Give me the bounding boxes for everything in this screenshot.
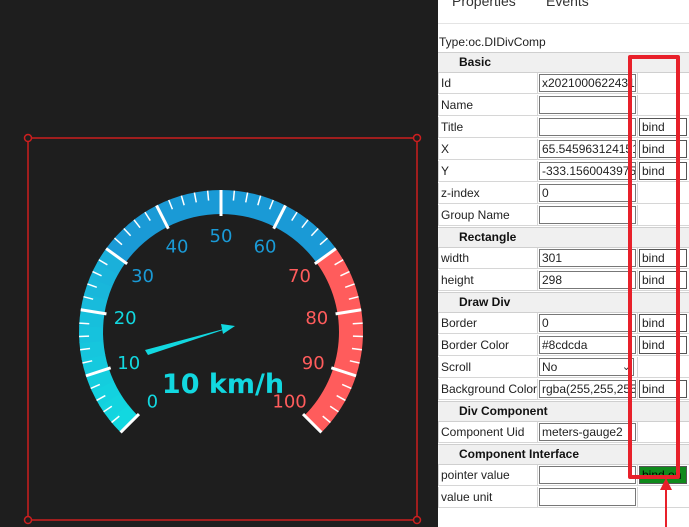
resize-handle-tr[interactable] bbox=[412, 133, 422, 143]
gauge-band-high bbox=[304, 248, 363, 433]
annotation-arrow-icon bbox=[660, 478, 672, 527]
gauge-tick-label: 90 bbox=[302, 353, 325, 374]
prop-label-zindex: z-index bbox=[438, 183, 538, 204]
gauge-minor-tick bbox=[352, 322, 363, 325]
section-div-component-title: Div Component bbox=[459, 404, 548, 418]
gauge-tick-label: 40 bbox=[166, 237, 189, 258]
prop-label-name: Name bbox=[438, 95, 538, 116]
gauge-needle bbox=[145, 326, 235, 355]
tab-events[interactable]: Events bbox=[546, 0, 589, 9]
prop-label-uid: Component Uid bbox=[438, 422, 538, 443]
resize-handle-br[interactable] bbox=[412, 515, 422, 525]
zindex-input[interactable]: 0 bbox=[539, 184, 636, 202]
prop-label-group: Group Name bbox=[438, 205, 538, 226]
gauge-tick-label: 10 bbox=[117, 353, 140, 374]
gauge-minor-tick bbox=[79, 322, 90, 325]
scroll-select-value: No bbox=[542, 360, 558, 374]
gauge-tick-label: 60 bbox=[254, 237, 277, 258]
gauge-svg: 0102030405060708090100 10 km/h bbox=[23, 133, 422, 525]
prop-label-width: width bbox=[438, 248, 538, 269]
prop-label-scroll: Scroll bbox=[438, 357, 538, 378]
section-rectangle-title: Rectangle bbox=[459, 230, 517, 244]
gauge-value-text: 10 km/h bbox=[162, 369, 284, 400]
value-unit-input[interactable] bbox=[539, 488, 636, 506]
prop-row-unit: value unit bbox=[438, 487, 689, 509]
name-input[interactable] bbox=[539, 96, 636, 114]
prop-label-title: Title bbox=[438, 117, 538, 138]
gauge-minor-tick bbox=[232, 190, 236, 201]
gauge-tick-label: 70 bbox=[288, 266, 311, 287]
background-color-input[interactable]: rgba(255,255,255 bbox=[539, 380, 636, 398]
design-canvas[interactable]: 0 10 20 30 40 50 60 70 80 90 100 10 km/h bbox=[0, 0, 438, 527]
border-input[interactable]: 0 bbox=[539, 314, 636, 332]
group-name-input[interactable] bbox=[539, 206, 636, 224]
gauge-needle-head bbox=[221, 324, 235, 334]
pointer-value-input[interactable] bbox=[539, 466, 636, 484]
gauge-band-low bbox=[78, 325, 104, 344]
gauge-minor-tick bbox=[206, 190, 210, 201]
section-draw-div-title: Draw Div bbox=[459, 295, 511, 309]
gauge-tick-label: 50 bbox=[210, 226, 233, 247]
gauge-tick-label: 30 bbox=[131, 266, 154, 287]
prop-label-border: Border bbox=[438, 313, 538, 334]
highlight-box bbox=[628, 55, 680, 479]
tab-properties[interactable]: Properties bbox=[452, 0, 516, 9]
y-input[interactable]: -333.1560043975 bbox=[539, 162, 636, 180]
prop-label-pointer: pointer value bbox=[438, 465, 538, 486]
gauge-tick-label: 0 bbox=[147, 392, 158, 413]
prop-label-height: height bbox=[438, 270, 538, 291]
prop-label-x: X bbox=[438, 139, 538, 160]
x-input[interactable]: 65.5459631241515 bbox=[539, 140, 636, 158]
panel-tabs: Properties Events bbox=[438, 0, 689, 24]
border-color-input[interactable]: #8cdcda bbox=[539, 336, 636, 354]
width-input[interactable]: 301 bbox=[539, 249, 636, 267]
component-type: Type:oc.DIDivComp bbox=[439, 35, 546, 49]
id-input[interactable]: x20210006224319 bbox=[539, 74, 636, 92]
prop-label-border-color: Border Color bbox=[438, 335, 538, 356]
title-input[interactable] bbox=[539, 118, 636, 136]
scroll-select[interactable]: No ⌄ bbox=[539, 358, 634, 376]
height-input[interactable]: 298 bbox=[539, 271, 636, 289]
prop-label-unit: value unit bbox=[438, 487, 538, 508]
component-uid-input[interactable]: meters-gauge2 bbox=[539, 423, 636, 441]
prop-label-y: Y bbox=[438, 161, 538, 182]
prop-label-id: Id bbox=[438, 73, 538, 94]
resize-handle-tl[interactable] bbox=[23, 133, 33, 143]
prop-label-bg-color: Background Color bbox=[438, 379, 538, 400]
gauge-tick-label: 80 bbox=[305, 308, 328, 329]
gauge-tick-label: 20 bbox=[114, 308, 137, 329]
section-basic-title: Basic bbox=[459, 55, 492, 69]
section-component-interface-title: Component Interface bbox=[459, 447, 580, 461]
resize-handle-bl[interactable] bbox=[23, 515, 33, 525]
